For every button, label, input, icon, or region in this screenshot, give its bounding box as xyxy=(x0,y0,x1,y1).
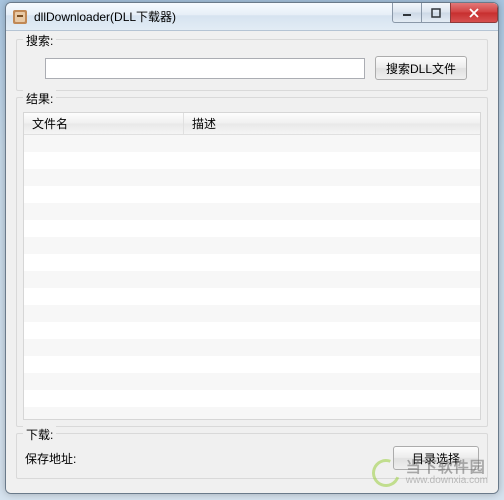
caption-buttons xyxy=(393,3,498,23)
close-icon xyxy=(468,8,480,18)
results-legend: 结果: xyxy=(23,90,56,107)
download-group: 下载: 保存地址: 目录选择 xyxy=(16,433,488,479)
table-row[interactable] xyxy=(24,288,480,305)
column-description[interactable]: 描述 xyxy=(184,113,480,134)
table-row[interactable] xyxy=(24,169,480,186)
table-row[interactable] xyxy=(24,186,480,203)
minimize-icon xyxy=(402,8,412,18)
table-row[interactable] xyxy=(24,203,480,220)
client-area: 搜索: 搜索DLL文件 结果: 文件名 描述 下载: 保存地址: xyxy=(6,31,498,493)
results-group: 结果: 文件名 描述 xyxy=(16,97,488,427)
table-row[interactable] xyxy=(24,152,480,169)
results-listview[interactable]: 文件名 描述 xyxy=(23,112,481,420)
window-title: dllDownloader(DLL下载器) xyxy=(34,8,176,25)
close-button[interactable] xyxy=(450,3,498,23)
table-row[interactable] xyxy=(24,339,480,356)
table-row[interactable] xyxy=(24,390,480,407)
window-frame: dllDownloader(DLL下载器) xyxy=(5,2,499,494)
app-icon xyxy=(12,9,28,25)
maximize-icon xyxy=(431,8,441,18)
table-row[interactable] xyxy=(24,322,480,339)
table-row[interactable] xyxy=(24,305,480,322)
save-path-label: 保存地址: xyxy=(25,450,76,467)
search-legend: 搜索: xyxy=(23,32,56,49)
download-legend: 下载: xyxy=(23,426,56,443)
table-row[interactable] xyxy=(24,254,480,271)
browse-directory-button[interactable]: 目录选择 xyxy=(393,446,479,470)
table-row[interactable] xyxy=(24,220,480,237)
column-filename[interactable]: 文件名 xyxy=(24,113,184,134)
search-input[interactable] xyxy=(45,58,365,79)
search-group: 搜索: 搜索DLL文件 xyxy=(16,39,488,91)
maximize-button[interactable] xyxy=(421,3,451,23)
table-row[interactable] xyxy=(24,407,480,419)
listview-header: 文件名 描述 xyxy=(24,113,480,135)
search-button[interactable]: 搜索DLL文件 xyxy=(375,56,467,80)
table-row[interactable] xyxy=(24,135,480,152)
titlebar[interactable]: dllDownloader(DLL下载器) xyxy=(6,3,498,31)
table-row[interactable] xyxy=(24,237,480,254)
table-row[interactable] xyxy=(24,271,480,288)
listview-body[interactable] xyxy=(24,135,480,419)
minimize-button[interactable] xyxy=(392,3,422,23)
table-row[interactable] xyxy=(24,373,480,390)
table-row[interactable] xyxy=(24,356,480,373)
